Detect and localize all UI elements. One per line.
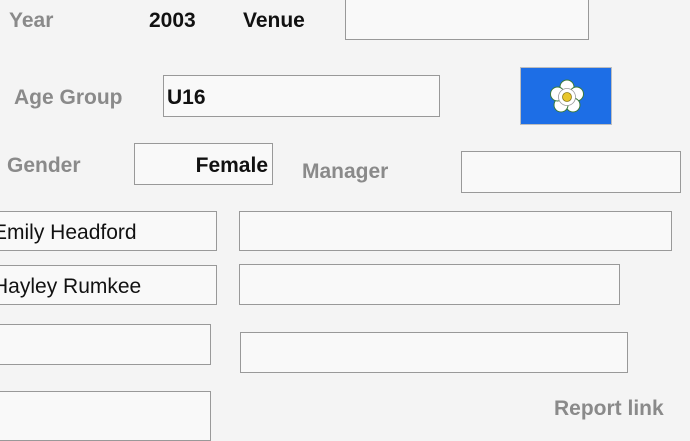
gender-label: Gender — [7, 154, 81, 177]
player-detail-field[interactable] — [240, 332, 628, 373]
player-detail-field[interactable] — [239, 211, 672, 251]
player-name: Emily Headford — [0, 221, 137, 244]
venue-field[interactable] — [345, 0, 589, 40]
report-link[interactable]: Report link — [554, 397, 664, 421]
player-name-field[interactable]: Emily Headford — [0, 211, 217, 251]
manager-label: Manager — [302, 160, 389, 183]
gender-value: Female — [195, 154, 268, 177]
manager-field[interactable] — [461, 151, 681, 193]
player-name-field[interactable]: Hayley Rumkee — [0, 265, 217, 305]
player-name: Hayley Rumkee — [0, 275, 142, 298]
gender-field[interactable]: Female — [134, 143, 273, 185]
age-group-value: U16 — [167, 86, 206, 109]
player-name-field[interactable] — [0, 324, 211, 365]
player-name-field[interactable] — [0, 391, 211, 441]
venue-label: Venue — [243, 9, 305, 32]
year-label: Year — [9, 9, 54, 32]
yorkshire-rose-flag-icon — [520, 67, 612, 125]
age-group-label: Age Group — [14, 86, 123, 109]
age-group-field[interactable]: U16 — [163, 75, 440, 117]
year-value: 2003 — [149, 9, 196, 32]
player-detail-field[interactable] — [239, 264, 620, 305]
